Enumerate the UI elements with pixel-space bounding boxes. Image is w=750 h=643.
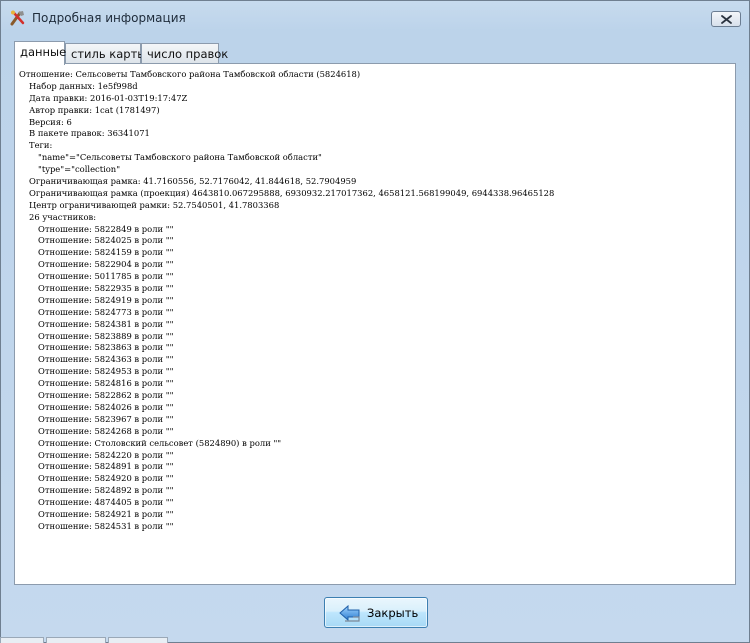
member-line: Отношение: 5824891 в роли "" [38,461,174,472]
member-line: Отношение: 5822904 в роли "" [38,259,174,270]
close-button[interactable]: Закрыть [324,597,428,628]
tags-label: Теги: [29,140,53,151]
member-line: Отношение: 5824025 в роли "" [38,235,174,246]
tab-edit-count[interactable]: число правок [141,43,228,63]
close-button-label: Закрыть [367,606,419,620]
member-line: Отношение: 5824220 в роли "" [38,449,174,460]
taskbar-segment [0,637,44,643]
member-line: Отношение: 5824026 в роли "" [38,401,174,412]
taskbar-segment [108,637,168,643]
bbox-projected-line: Ограничивающая рамка (проекция) 4643810.… [29,187,555,198]
member-line: Отношение: 5823889 в роли "" [38,330,174,341]
member-line: Отношение: 5011785 в роли "" [38,271,174,282]
member-line: Отношение: 5823863 в роли "" [38,342,174,353]
member-line: Отношение: Столовский сельсовет (5824890… [38,437,282,448]
member-line: Отношение: 5824159 в роли "" [38,247,174,258]
window-title: Подробная информация [32,11,186,25]
taskbar-remnant [0,637,750,643]
window-close-button[interactable] [711,11,741,27]
edit-date-line: Дата правки: 2016-01-03T19:17:47Z [29,92,188,103]
members-label: 26 участников: [29,211,97,222]
bbox-line: Ограничивающая рамка: 41.7160556, 52.717… [29,176,357,187]
member-line: Отношение: 4874405 в роли "" [38,497,174,508]
author-line: Автор правки: 1cat (1781497) [29,104,160,115]
member-line: Отношение: 5823967 в роли "" [38,413,174,424]
dataset-line: Набор данных: 1e5f998d [29,80,138,91]
tag-line: "name"="Сельсоветы Тамбовского района Та… [38,152,322,163]
taskbar-segment [46,637,106,643]
tab-map-style[interactable]: стиль карты [65,43,146,63]
member-line: Отношение: 5824531 в роли "" [38,520,174,531]
member-line: Отношение: 5824268 в роли "" [38,425,174,436]
tab-data-label: данные [20,45,67,59]
member-line: Отношение: 5824773 в роли "" [38,306,174,317]
member-line: Отношение: 5824816 в роли "" [38,378,174,389]
member-line: Отношение: 5824363 в роли "" [38,354,174,365]
tab-data[interactable]: данные [14,41,67,65]
member-line: Отношение: 5822862 в роли "" [38,390,174,401]
tab-map-style-label: стиль карты [71,47,147,61]
changeset-line: В пакете правок: 36341071 [29,128,150,139]
member-line: Отношение: 5824921 в роли "" [38,508,174,519]
member-line: Отношение: 5824953 в роли "" [38,366,174,377]
tag-line: "type"="collection" [38,164,121,175]
close-x-icon [721,15,732,24]
member-line: Отношение: 5822935 в роли "" [38,283,174,294]
relation-header: Отношение: Сельсоветы Тамбовского района… [19,69,361,79]
arrow-back-icon [339,604,361,626]
title-bar[interactable]: Подробная информация [1,1,749,37]
app-icon [9,9,27,27]
info-text-area[interactable]: Отношение: Сельсоветы Тамбовского района… [16,69,734,583]
member-line: Отношение: 5824919 в роли "" [38,294,174,305]
tab-edit-count-label: число правок [147,47,229,61]
member-line: Отношение: 5824920 в роли "" [38,473,174,484]
version-line: Версия: 6 [29,116,72,127]
tab-panel-data: Отношение: Сельсоветы Тамбовского района… [14,63,736,585]
info-dialog: Подробная информация данные стиль карты … [0,0,750,643]
member-line: Отношение: 5824381 в роли "" [38,318,174,329]
member-line: Отношение: 5824892 в роли "" [38,485,174,496]
bbox-center-line: Центр ограничивающей рамки: 52.7540501, … [29,199,280,210]
member-line: Отношение: 5822849 в роли "" [38,223,174,234]
